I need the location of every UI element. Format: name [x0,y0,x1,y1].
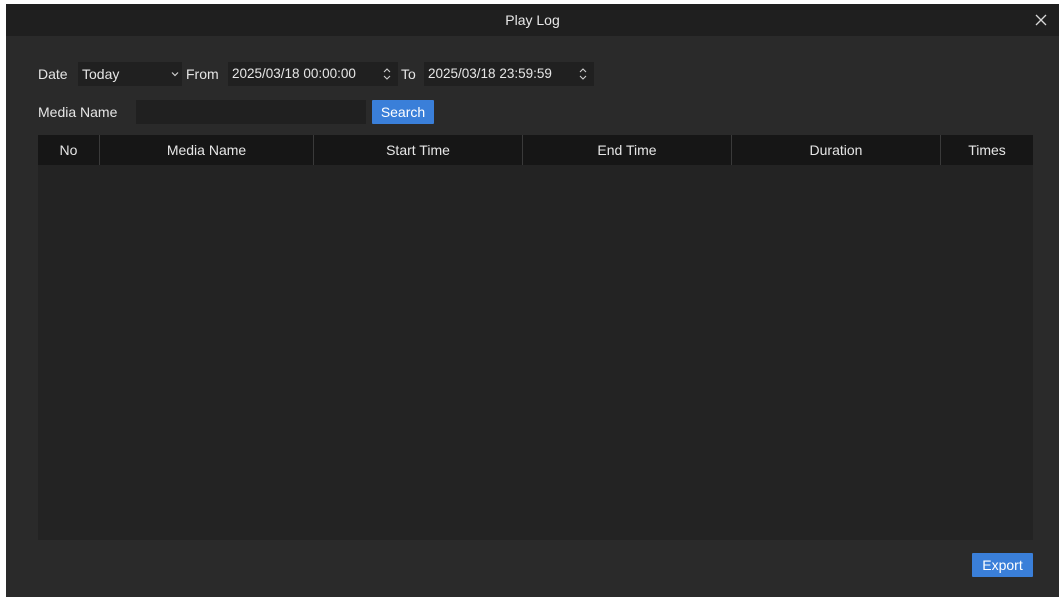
date-select[interactable]: Today [78,62,182,86]
column-header-no[interactable]: No [38,135,100,165]
from-datetime-field[interactable]: 2025/03/18 00:00:00 [228,62,398,86]
chevron-down-icon [171,72,179,77]
to-label: To [401,66,416,82]
table-header: No Media Name Start Time End Time Durati… [38,135,1033,165]
media-name-filter-row: Media Name Search [38,100,458,124]
column-header-duration[interactable]: Duration [732,135,941,165]
column-header-start-time[interactable]: Start Time [314,135,523,165]
date-filter-row: Date Today From 2025/03/18 00:00:00 To 2… [38,62,638,86]
column-header-media-name[interactable]: Media Name [100,135,314,165]
to-datetime-field[interactable]: 2025/03/18 23:59:59 [424,62,594,86]
to-datetime-value: 2025/03/18 23:59:59 [428,66,552,81]
media-name-input[interactable] [136,100,366,124]
spinner-updown-icon[interactable] [578,66,588,82]
play-log-table: No Media Name Start Time End Time Durati… [38,135,1033,540]
column-header-times[interactable]: Times [941,135,1033,165]
date-select-value: Today [82,66,120,82]
media-name-label: Media Name [38,104,118,120]
export-button[interactable]: Export [972,553,1033,577]
search-button[interactable]: Search [372,100,434,124]
play-log-dialog: Play Log Date Today From 2025/03/18 00:0… [6,4,1059,597]
from-label: From [186,66,219,82]
spinner-updown-icon[interactable] [382,66,392,82]
dialog-title: Play Log [505,12,560,28]
date-label: Date [38,66,68,82]
close-icon [1035,14,1047,26]
table-body [38,165,1033,540]
from-datetime-value: 2025/03/18 00:00:00 [232,66,356,81]
title-bar: Play Log [6,4,1059,36]
close-button[interactable] [1029,4,1053,36]
column-header-end-time[interactable]: End Time [523,135,732,165]
